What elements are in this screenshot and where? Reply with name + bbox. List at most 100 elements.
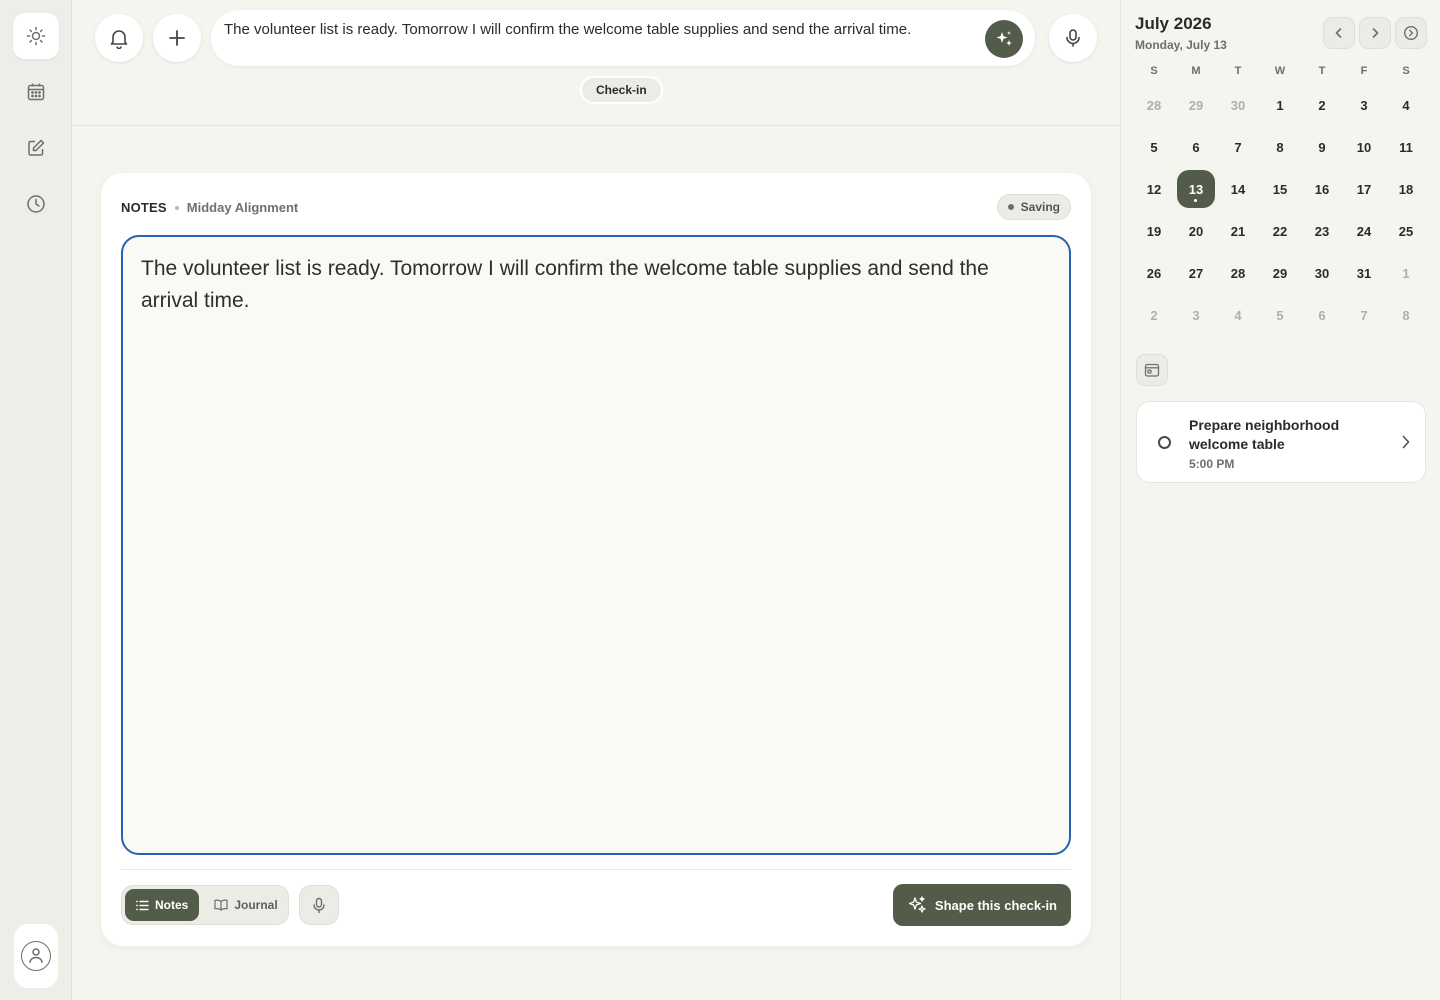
journal-mode-button[interactable]: Journal <box>203 889 288 921</box>
calendar-day[interactable]: 12 <box>1133 168 1175 210</box>
dictate-button[interactable] <box>299 885 339 925</box>
calendar-day[interactable]: 2 <box>1133 294 1175 336</box>
calendar-day[interactable]: 29 <box>1175 84 1217 126</box>
task-card[interactable]: Prepare neighborhood welcome table 5:00 … <box>1136 401 1426 483</box>
calendar-day[interactable]: 1 <box>1385 252 1427 294</box>
calendar-selected-date: Monday, July 13 <box>1135 38 1227 52</box>
calendar-day[interactable]: 28 <box>1133 84 1175 126</box>
prompt-submit-button[interactable] <box>985 20 1023 58</box>
calendar-day[interactable]: 4 <box>1217 294 1259 336</box>
next-month-button[interactable] <box>1359 17 1391 49</box>
day-number: 17 <box>1356 181 1372 197</box>
card-header: NOTES Midday Alignment <box>121 200 298 215</box>
calendar-day[interactable]: 7 <box>1217 126 1259 168</box>
checkin-chip[interactable]: Check-in <box>580 76 663 104</box>
rail-today-button[interactable] <box>13 13 59 59</box>
profile-button[interactable] <box>14 924 58 988</box>
calendar-day[interactable]: 18 <box>1385 168 1427 210</box>
day-number: 18 <box>1398 181 1414 197</box>
day-number: 2 <box>1150 307 1158 323</box>
calendar-day[interactable]: 4 <box>1385 84 1427 126</box>
calendar-day[interactable]: 6 <box>1301 294 1343 336</box>
day-number: 3 <box>1360 97 1368 113</box>
calendar-day[interactable]: 30 <box>1301 252 1343 294</box>
weekday-header: T <box>1318 65 1326 77</box>
chevron-left-icon <box>1333 27 1345 39</box>
clock-icon <box>26 194 46 214</box>
today-button[interactable] <box>1395 17 1427 49</box>
left-rail <box>0 0 72 1000</box>
calendar-day[interactable]: 29 <box>1259 252 1301 294</box>
calendar-day[interactable]: 16 <box>1301 168 1343 210</box>
calendar-week-row: 5 6 7 8 9 10 11 <box>1133 126 1427 168</box>
task-checkbox[interactable] <box>1158 436 1171 449</box>
calendar-day[interactable]: 17 <box>1343 168 1385 210</box>
calendar-day-selected[interactable]: 13 <box>1175 168 1217 210</box>
rail-history-button[interactable] <box>13 181 59 227</box>
add-button[interactable] <box>153 14 201 62</box>
calendar-day[interactable]: 5 <box>1259 294 1301 336</box>
calendar-day[interactable]: 11 <box>1385 126 1427 168</box>
day-number: 31 <box>1356 265 1372 281</box>
calendar-day[interactable]: 24 <box>1343 210 1385 252</box>
calendar-day[interactable]: 20 <box>1175 210 1217 252</box>
calendar-month-title: July 2026 <box>1135 14 1212 33</box>
calendar-day[interactable]: 14 <box>1217 168 1259 210</box>
calendar-day[interactable]: 19 <box>1133 210 1175 252</box>
calendar-day[interactable]: 28 <box>1217 252 1259 294</box>
shape-checkin-button[interactable]: Shape this check-in <box>892 884 1071 926</box>
rail-notes-button[interactable] <box>13 125 59 171</box>
calendar-day[interactable]: 9 <box>1301 126 1343 168</box>
day-number: 15 <box>1272 181 1288 197</box>
calendar-grid: S M T W T F S 28 29 30 1 2 3 4 5 6 7 8 9 10 11 12 13 14 1… <box>1133 58 1427 336</box>
calendar-day[interactable]: 10 <box>1343 126 1385 168</box>
calendar-day[interactable]: 2 <box>1301 84 1343 126</box>
day-number: 6 <box>1318 307 1326 323</box>
calendar-day[interactable]: 26 <box>1133 252 1175 294</box>
calendar-day[interactable]: 7 <box>1343 294 1385 336</box>
calendar-day[interactable]: 22 <box>1259 210 1301 252</box>
notes-editor[interactable]: The volunteer list is ready. Tomorrow I … <box>121 235 1071 855</box>
calendar-day[interactable]: 31 <box>1343 252 1385 294</box>
voice-input-button[interactable] <box>1049 14 1097 62</box>
calendar-day[interactable]: 23 <box>1301 210 1343 252</box>
book-icon <box>214 899 228 911</box>
list-icon <box>136 900 149 911</box>
day-number: 29 <box>1272 265 1288 281</box>
top-bar: The volunteer list is ready. Tomorrow I … <box>72 0 1120 126</box>
notifications-button[interactable] <box>95 14 143 62</box>
sun-icon <box>26 26 46 46</box>
calendar-day[interactable]: 3 <box>1175 294 1217 336</box>
day-number: 29 <box>1188 97 1204 113</box>
calendar-day[interactable]: 5 <box>1133 126 1175 168</box>
calendar-day[interactable]: 8 <box>1259 126 1301 168</box>
day-number: 10 <box>1356 139 1372 155</box>
calendar-day[interactable]: 30 <box>1217 84 1259 126</box>
day-number: 19 <box>1146 223 1162 239</box>
calendar-day[interactable]: 25 <box>1385 210 1427 252</box>
notes-card: NOTES Midday Alignment Saving The volunt… <box>101 173 1091 946</box>
prompt-input[interactable]: The volunteer list is ready. Tomorrow I … <box>224 20 982 39</box>
agenda-view-button[interactable] <box>1136 354 1168 386</box>
day-number: 3 <box>1192 307 1200 323</box>
calendar-day[interactable]: 21 <box>1217 210 1259 252</box>
calendar-day[interactable]: 3 <box>1343 84 1385 126</box>
prompt-bar[interactable]: The volunteer list is ready. Tomorrow I … <box>211 10 1035 66</box>
person-icon <box>28 947 44 965</box>
calendar-day[interactable]: 15 <box>1259 168 1301 210</box>
edit-icon <box>26 138 46 158</box>
weekday-header: S <box>1402 65 1410 77</box>
calendar-day[interactable]: 6 <box>1175 126 1217 168</box>
calendar-day[interactable]: 1 <box>1259 84 1301 126</box>
calendar-week-row: 28 29 30 1 2 3 4 <box>1133 84 1427 126</box>
calendar-week-row: 19 20 21 22 23 24 25 <box>1133 210 1427 252</box>
rail-calendar-button[interactable] <box>13 69 59 115</box>
day-number: 12 <box>1146 181 1162 197</box>
notes-mode-button[interactable]: Notes <box>125 889 200 921</box>
weekday-header: W <box>1274 65 1286 77</box>
calendar-day[interactable]: 8 <box>1385 294 1427 336</box>
weekday-header-row: S M T W T F S <box>1133 58 1427 84</box>
day-number: 28 <box>1230 265 1246 281</box>
calendar-day[interactable]: 27 <box>1175 252 1217 294</box>
previous-month-button[interactable] <box>1323 17 1355 49</box>
